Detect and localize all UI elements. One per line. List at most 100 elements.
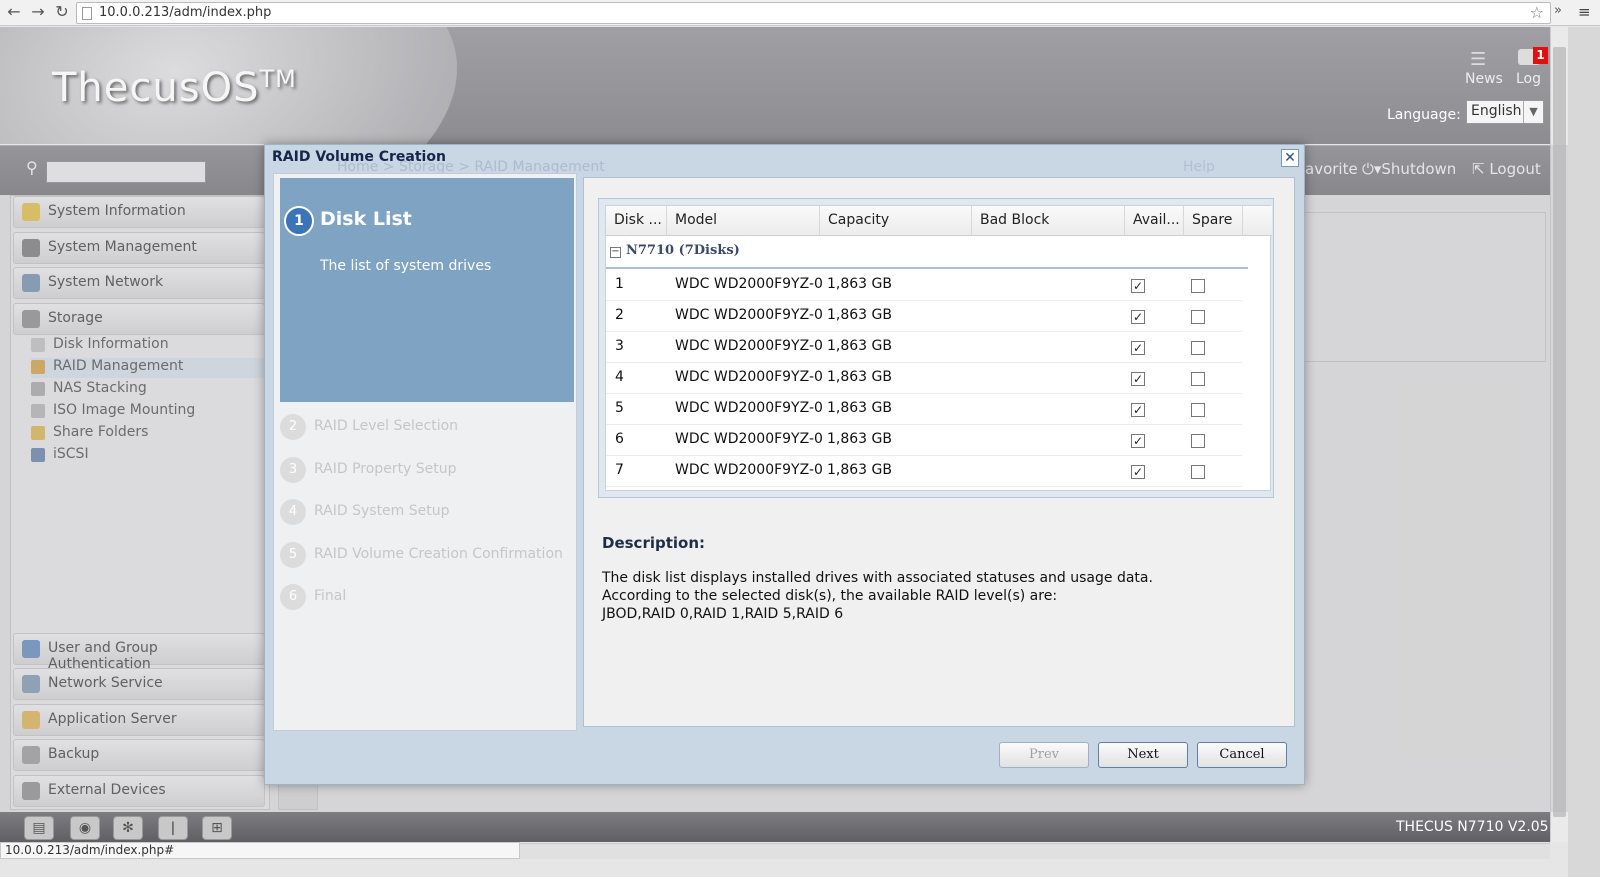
collapse-icon[interactable]: − <box>610 247 621 258</box>
app-header: ThecusOSTM ☰ News 1 Log Language: Englis… <box>0 27 1568 144</box>
step-label: Final <box>314 588 347 604</box>
log-count-badge: 1 <box>1533 47 1548 64</box>
available-checkbox[interactable]: ✓ <box>1131 279 1145 293</box>
server-icon[interactable]: ▤ <box>24 816 54 840</box>
disk-model: WDC WD2000F9YZ-0 <box>675 400 823 416</box>
disk-number: 3 <box>615 338 624 354</box>
spare-checkbox[interactable] <box>1191 465 1205 479</box>
grid-header-available[interactable]: Avail... <box>1125 206 1184 236</box>
next-button[interactable]: Next <box>1098 742 1188 768</box>
spare-checkbox[interactable] <box>1191 372 1205 386</box>
language-select[interactable]: English ▼ <box>1466 100 1544 124</box>
step-label: RAID Property Setup <box>314 460 457 477</box>
disk-model: WDC WD2000F9YZ-0 <box>675 369 823 385</box>
grid-header-filler <box>1243 206 1272 236</box>
spare-checkbox[interactable] <box>1191 310 1205 324</box>
available-checkbox[interactable]: ✓ <box>1131 310 1145 324</box>
step-number-badge: 6 <box>280 584 306 610</box>
grid-header-bad-block[interactable]: Bad Block <box>972 206 1125 236</box>
spare-checkbox[interactable] <box>1191 403 1205 417</box>
browser-menu-icon[interactable]: ≡ <box>1578 3 1591 21</box>
horizontal-scrollbar[interactable] <box>520 843 1550 859</box>
table-row[interactable]: 7 WDC WD2000F9YZ-0 1,863 GB ✓ <box>606 456 1242 487</box>
disk-number: 4 <box>615 369 624 385</box>
fan-icon[interactable]: ✻ <box>113 816 143 840</box>
disk-capacity: 1,863 GB <box>827 400 892 416</box>
disk-capacity: 1,863 GB <box>827 462 892 478</box>
temperature-icon[interactable]: ǀ <box>158 816 188 840</box>
prev-button[interactable]: Prev <box>999 742 1089 768</box>
step-number-badge: 1 <box>284 206 314 236</box>
available-checkbox[interactable]: ✓ <box>1131 465 1145 479</box>
network-tree-icon[interactable]: ⊞ <box>202 816 232 840</box>
forward-icon[interactable]: → <box>28 2 48 22</box>
step-label: RAID Volume Creation Confirmation <box>314 545 563 562</box>
browser-toolbar: ← → ↻ 10.0.0.213/adm/index.php ☆ » ≡ <box>0 0 1600 26</box>
wizard-content-panel: Disk ... Model Capacity Bad Block Avail... Sp… <box>579 173 1300 731</box>
disk-number: 2 <box>615 307 624 323</box>
spare-checkbox[interactable] <box>1191 341 1205 355</box>
disk-model: WDC WD2000F9YZ-0 <box>675 276 823 292</box>
description-line: According to the selected disk(s), the a… <box>602 588 1058 604</box>
wizard-content: Disk ... Model Capacity Bad Block Avail... Sp… <box>583 177 1295 727</box>
grid-header-spare[interactable]: Spare <box>1184 206 1243 236</box>
table-row[interactable]: 5 WDC WD2000F9YZ-0 1,863 GB ✓ <box>606 394 1242 425</box>
grid-group-row[interactable]: − N7710 (7Disks) <box>606 237 1248 269</box>
available-checkbox[interactable]: ✓ <box>1131 434 1145 448</box>
bookmark-star-icon[interactable]: ☆ <box>1530 3 1544 22</box>
disk-capacity: 1,863 GB <box>827 307 892 323</box>
reload-icon[interactable]: ↻ <box>52 2 72 22</box>
table-row[interactable]: 6 WDC WD2000F9YZ-0 1,863 GB ✓ <box>606 425 1242 456</box>
disk-model: WDC WD2000F9YZ-0 <box>675 338 823 354</box>
address-bar[interactable]: 10.0.0.213/adm/index.php ☆ <box>76 2 1551 24</box>
description-line: The disk list displays installed drives … <box>602 570 1153 586</box>
log-label[interactable]: Log <box>1516 71 1541 87</box>
disk-capacity: 1,863 GB <box>827 369 892 385</box>
wizard-steps-panel: 1 Disk List The list of system drives 2R… <box>273 173 577 731</box>
grid-header-capacity[interactable]: Capacity <box>820 206 972 236</box>
table-row[interactable]: 4 WDC WD2000F9YZ-0 1,863 GB ✓ <box>606 363 1242 394</box>
disk-capacity: 1,863 GB <box>827 276 892 292</box>
news-label[interactable]: News <box>1465 71 1503 87</box>
chevron-down-icon[interactable]: ▼ <box>1523 101 1543 123</box>
step-number-badge: 2 <box>280 414 306 440</box>
description-line: JBOD,RAID 0,RAID 1,RAID 5,RAID 6 <box>602 606 844 622</box>
disk-number: 1 <box>615 276 624 292</box>
step-number-badge: 4 <box>280 499 306 525</box>
available-checkbox[interactable]: ✓ <box>1131 372 1145 386</box>
raid-volume-creation-dialog: Home > Storage > RAID Management Help RA… <box>264 144 1305 785</box>
disk-list-grid: Disk ... Model Capacity Bad Block Avail... Sp… <box>605 205 1272 491</box>
cancel-button[interactable]: Cancel <box>1197 742 1287 768</box>
window-edge <box>1568 27 1600 877</box>
dialog-title: RAID Volume Creation <box>272 149 446 165</box>
rss-news-icon[interactable]: ☰ <box>1470 49 1486 70</box>
step-label: RAID System Setup <box>314 503 450 519</box>
available-checkbox[interactable]: ✓ <box>1131 403 1145 417</box>
disk-icon[interactable]: ◉ <box>70 816 100 840</box>
thecus-logo: ThecusOSTM <box>52 65 297 111</box>
language-label: Language: <box>1387 107 1461 123</box>
disk-capacity: 1,863 GB <box>827 431 892 447</box>
table-row[interactable]: 1 WDC WD2000F9YZ-0 1,863 GB ✓ <box>606 270 1242 301</box>
spare-checkbox[interactable] <box>1191 434 1205 448</box>
close-icon[interactable]: ✕ <box>1281 149 1299 167</box>
grid-header-model[interactable]: Model <box>667 206 820 236</box>
step-label: RAID Level Selection <box>314 418 459 434</box>
disk-grid-frame: Disk ... Model Capacity Bad Block Avail... Sp… <box>598 198 1274 498</box>
grid-header-disk[interactable]: Disk ... <box>606 206 667 236</box>
extensions-chevron-icon[interactable]: » <box>1554 3 1562 18</box>
step-title: Disk List <box>320 208 412 230</box>
language-value: English <box>1471 103 1522 119</box>
table-row[interactable]: 2 WDC WD2000F9YZ-0 1,863 GB ✓ <box>606 301 1242 332</box>
available-checkbox[interactable]: ✓ <box>1131 341 1145 355</box>
step-number-badge: 5 <box>280 541 306 568</box>
spare-checkbox[interactable] <box>1191 279 1205 293</box>
disk-number: 6 <box>615 431 624 447</box>
url-text: 10.0.0.213/adm/index.php <box>99 5 272 20</box>
disk-capacity: 1,863 GB <box>827 338 892 354</box>
back-icon[interactable]: ← <box>4 2 24 22</box>
table-row[interactable]: 3 WDC WD2000F9YZ-0 1,863 GB ✓ <box>606 332 1242 363</box>
description-title: Description: <box>602 534 706 552</box>
step-number-badge: 3 <box>280 456 306 483</box>
step-active: 1 Disk List The list of system drives <box>280 178 574 402</box>
